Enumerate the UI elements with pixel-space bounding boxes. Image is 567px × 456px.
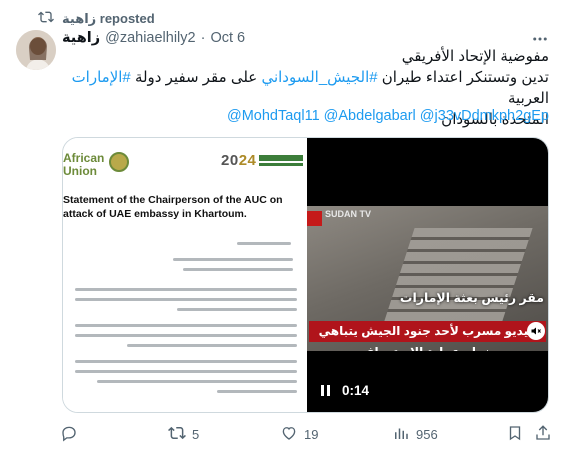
repost-icon (168, 424, 186, 445)
tweet-line-1: مفوضية الإتحاد الأفريقي (401, 48, 549, 65)
video-time: 0:14 (342, 383, 370, 398)
share-icon (534, 424, 552, 445)
document-text-line (127, 344, 297, 347)
channel-logo-icon (307, 211, 322, 226)
logo-bar (259, 155, 303, 161)
tweet-text-part: تدين وتستنكر اعتداء طيران (381, 69, 549, 86)
african-union-emblem-icon (109, 152, 129, 172)
year-part-b: 24 (238, 152, 257, 169)
avatar[interactable] (16, 30, 56, 70)
document-text-line (97, 380, 297, 383)
document-text-line (173, 258, 293, 261)
like-button[interactable]: 19 (280, 424, 318, 445)
repost-button[interactable]: 5 (168, 424, 199, 445)
year-part-a: 20 (221, 152, 239, 169)
heart-icon (280, 424, 298, 445)
bookmark-icon (506, 424, 524, 445)
video-frame[interactable]: SUDAN TV مقر رئيس بعثة الإمارات فيديو مس… (307, 206, 548, 351)
document-heading: Statement of the Chairperson of the AUC … (63, 194, 283, 220)
views-button[interactable]: 956 (392, 424, 438, 445)
tweet-line-2: تدين وتستنكر اعتداء طيران #الجيش_السودان… (62, 67, 549, 109)
logo-bar (259, 163, 303, 166)
display-name[interactable]: زاهية (62, 30, 100, 46)
mentions[interactable]: @MohdTaql11 @Abdelgabarl @j33vDdmkph2gEp (62, 108, 549, 124)
video-caption-bottom: فيديو مسرب لأحد جنود الجيش يتباهي بنجاح … (309, 321, 546, 351)
reply-button[interactable] (60, 424, 84, 445)
mute-icon[interactable] (527, 322, 545, 340)
document-text-line (75, 370, 297, 373)
document-text-line (75, 324, 297, 327)
repost-count: 5 (192, 427, 200, 442)
pause-icon[interactable] (321, 385, 330, 396)
document-text-line (75, 288, 297, 291)
channel-name: SUDAN TV (325, 209, 372, 219)
video-scene (383, 228, 533, 324)
tweet-text-part: على مقر سفير دولة (134, 69, 258, 86)
document-text-line (75, 298, 297, 301)
document-text-line (177, 308, 297, 311)
reply-icon (60, 424, 78, 445)
tweet-date[interactable]: Oct 6 (210, 30, 245, 46)
repost-indicator[interactable]: زاهية reposted (38, 9, 155, 28)
action-bar: 5 19 956 (58, 424, 552, 444)
views-count: 956 (416, 427, 438, 442)
video-player[interactable]: SUDAN TV مقر رئيس بعثة الإمارات فيديو مس… (307, 138, 548, 412)
tweet-text-part: العربية (508, 90, 549, 107)
year-logo: 2024 (221, 152, 256, 169)
hashtag-sudanese-army[interactable]: #الجيش_السوداني (261, 69, 377, 86)
video-controls: 0:14 (321, 383, 369, 398)
document-text-line (237, 242, 291, 245)
repost-label: زاهية reposted (62, 10, 155, 26)
video-caption-top: مقر رئيس بعثة الإمارات (399, 291, 544, 305)
hashtag-uae[interactable]: #الإمارات (72, 69, 131, 86)
document-text-line (75, 360, 297, 363)
views-icon (392, 424, 410, 445)
tweet-header: زاهية @zahiaelhily2 · Oct 6 (62, 30, 245, 46)
handle[interactable]: @zahiaelhily2 (105, 30, 196, 46)
like-count: 19 (304, 427, 319, 442)
repost-icon (38, 9, 54, 28)
document-text-line (183, 268, 293, 271)
document-text-line (217, 390, 297, 393)
separator: · (200, 30, 206, 46)
document-text-line (75, 334, 297, 337)
media-container[interactable]: African Union 2024 Statement of the Chai… (62, 137, 549, 413)
share-button[interactable] (534, 424, 552, 445)
bookmark-button[interactable] (506, 424, 524, 445)
document-image[interactable]: African Union 2024 Statement of the Chai… (63, 138, 307, 412)
